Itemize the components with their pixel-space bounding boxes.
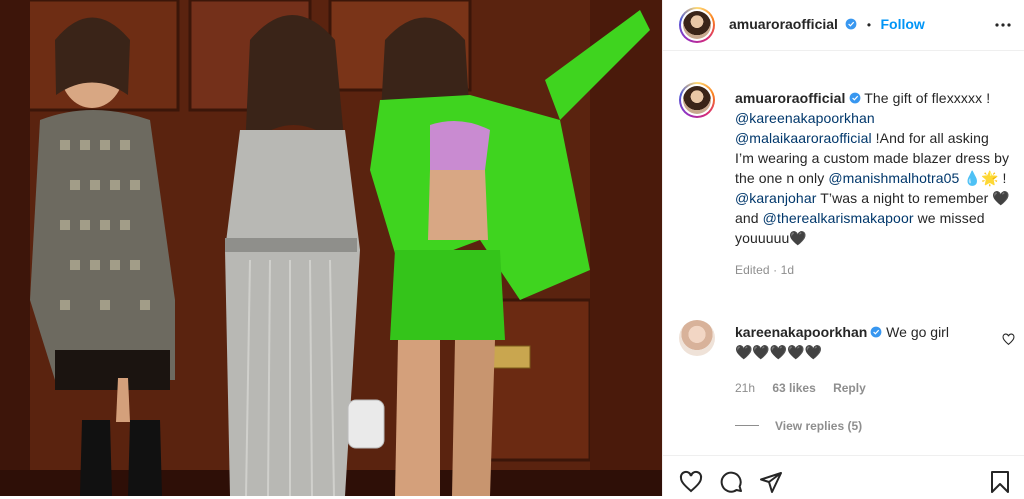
verified-badge-icon: [867, 324, 882, 340]
comment-username[interactable]: kareenakapoorkhan: [735, 324, 867, 340]
comment-time[interactable]: 21h: [735, 381, 755, 395]
caption-timestamp[interactable]: 1d: [781, 263, 795, 277]
view-replies-label: View replies (5): [775, 419, 863, 433]
post-side-panel: amuaroraofficial • Follow amuaroraoffici…: [662, 0, 1024, 496]
mention-link[interactable]: @karanjohar: [735, 190, 816, 206]
verified-badge-icon: [846, 90, 861, 106]
comment-like-icon[interactable]: [1002, 333, 1015, 351]
header-separator: •: [866, 18, 872, 32]
post-photo[interactable]: [0, 0, 662, 496]
post-actions-bar: [663, 455, 1024, 497]
mention-link[interactable]: @therealkarismakapoor: [763, 210, 914, 226]
heart-icon[interactable]: [679, 470, 703, 499]
post-header: amuaroraofficial • Follow: [663, 0, 1024, 51]
header-username[interactable]: amuaroraofficial: [729, 16, 838, 32]
follow-button[interactable]: Follow: [881, 16, 925, 32]
more-options-icon[interactable]: [995, 17, 1011, 38]
avatar[interactable]: [679, 7, 715, 43]
view-replies-button[interactable]: View replies (5): [735, 419, 862, 433]
verified-badge-icon: [842, 16, 861, 33]
comment-avatar[interactable]: [679, 320, 715, 356]
post-caption: amuaroraofficial The gift of flexxxxx ! …: [735, 90, 1010, 277]
caption-text-1: The gift of flexxxxx !: [860, 90, 991, 106]
comment-hearts: 🖤🖤🖤🖤🖤: [735, 344, 823, 360]
caption-avatar[interactable]: [679, 82, 715, 118]
edited-label: Edited: [735, 263, 770, 277]
comment: kareenakapoorkhan We go girl 🖤🖤🖤🖤🖤: [735, 322, 985, 362]
comment-text: We go girl: [882, 324, 949, 340]
comment-likes[interactable]: 63 likes: [772, 381, 815, 395]
reply-button[interactable]: Reply: [833, 381, 866, 395]
caption-username[interactable]: amuaroraofficial: [735, 90, 846, 106]
mention-link[interactable]: @manishmalhotra05: [828, 170, 959, 186]
share-icon[interactable]: [759, 470, 783, 499]
mention-link[interactable]: @kareenakapoorkhan: [735, 110, 875, 126]
comment-actions: 21h 63 likes Reply: [735, 381, 880, 395]
comment-icon[interactable]: [719, 470, 743, 499]
bookmark-icon[interactable]: [989, 470, 1011, 499]
caption-text-3: 💧🌟 !: [959, 170, 1007, 186]
mention-link[interactable]: @malaikaaroraofficial: [735, 130, 872, 146]
